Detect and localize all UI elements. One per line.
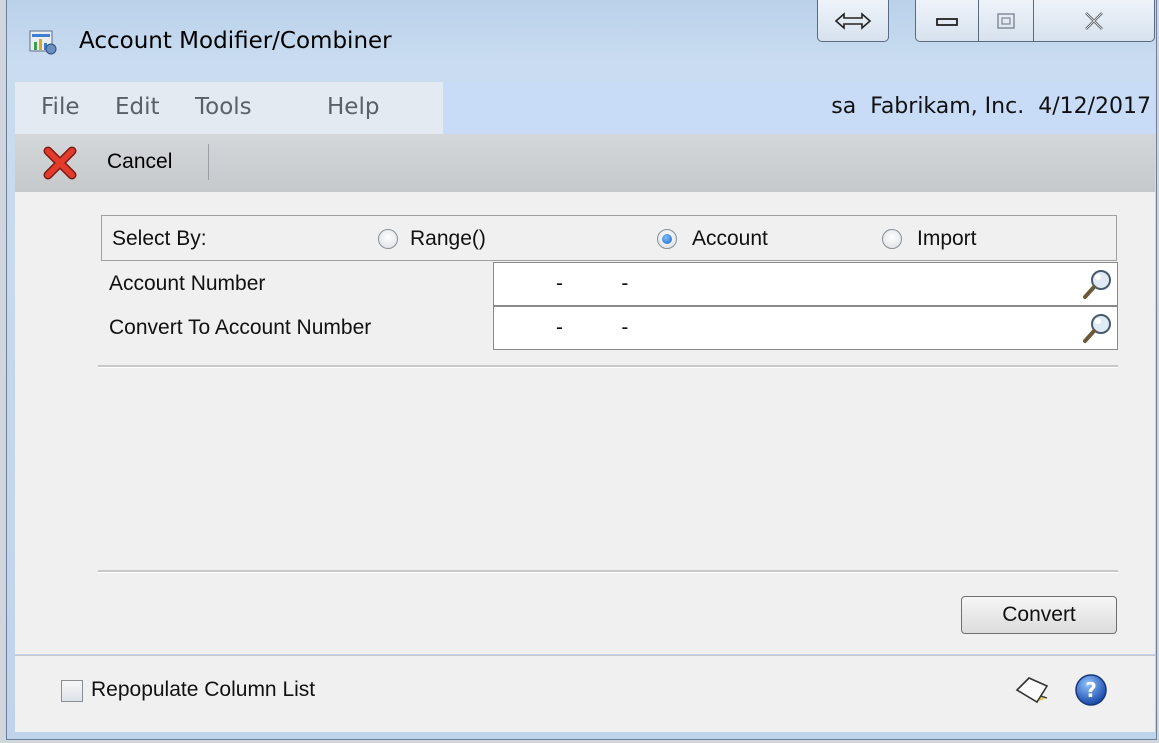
help-icon[interactable]: ? bbox=[1073, 672, 1109, 708]
lookup-magnifier-icon[interactable] bbox=[1081, 311, 1115, 345]
divider-top bbox=[98, 365, 1118, 368]
select-by-label: Select By: bbox=[112, 227, 207, 250]
app-window: Account Modifier/Combiner File Edit Tool… bbox=[6, 0, 1157, 740]
cancel-x-icon bbox=[43, 146, 77, 180]
convert-to-label: Convert To Account Number bbox=[109, 316, 372, 339]
minimize-icon bbox=[936, 17, 958, 26]
range-radio-label[interactable]: Range() bbox=[410, 227, 486, 251]
select-by-group: Select By: Range() Account Import bbox=[101, 215, 1117, 261]
account-number-value[interactable]: - - bbox=[556, 272, 628, 296]
resize-button[interactable] bbox=[817, 0, 889, 42]
import-radio-label[interactable]: Import bbox=[917, 227, 977, 251]
close-button[interactable] bbox=[1033, 0, 1155, 42]
title-bar[interactable]: Account Modifier/Combiner bbox=[7, 0, 1156, 82]
account-number-label: Account Number bbox=[109, 272, 266, 295]
import-radio-button[interactable] bbox=[882, 229, 902, 249]
range-radio-button[interactable] bbox=[378, 229, 398, 249]
app-icon bbox=[29, 30, 57, 55]
window-controls bbox=[915, 0, 1155, 42]
repopulate-checkbox[interactable] bbox=[61, 680, 83, 702]
minimize-button[interactable] bbox=[915, 0, 979, 42]
lookup-magnifier-icon[interactable] bbox=[1081, 267, 1115, 301]
form-body: Select By: Range() Account Import Accoun… bbox=[15, 192, 1155, 654]
close-icon bbox=[1085, 11, 1103, 30]
cancel-label[interactable]: Cancel bbox=[107, 150, 172, 174]
user-company-date: sa Fabrikam, Inc. 4/12/2017 bbox=[831, 94, 1151, 119]
double-arrow-icon bbox=[834, 11, 872, 30]
maximize-button[interactable] bbox=[978, 0, 1034, 42]
footer: Repopulate Column List ? bbox=[15, 655, 1155, 732]
toolbar: Cancel bbox=[15, 134, 1155, 193]
note-icon[interactable] bbox=[1011, 672, 1053, 708]
menu-edit[interactable]: Edit bbox=[115, 94, 160, 120]
repopulate-label[interactable]: Repopulate Column List bbox=[91, 678, 315, 702]
svg-text:?: ? bbox=[1085, 678, 1097, 702]
menu-tools[interactable]: Tools bbox=[195, 94, 252, 120]
account-radio-button[interactable] bbox=[657, 229, 677, 249]
convert-button[interactable]: Convert bbox=[961, 596, 1117, 634]
window-title: Account Modifier/Combiner bbox=[79, 28, 392, 54]
menu-file[interactable]: File bbox=[41, 94, 80, 120]
menu-help[interactable]: Help bbox=[327, 94, 379, 120]
convert-to-value[interactable]: - - bbox=[556, 316, 628, 340]
divider-bottom bbox=[98, 570, 1118, 573]
menu-bar: File Edit Tools Help sa Fabrikam, Inc. 4… bbox=[15, 82, 1155, 134]
account-radio-label[interactable]: Account bbox=[692, 227, 768, 251]
account-number-field[interactable]: - - bbox=[493, 262, 1118, 306]
toolbar-separator bbox=[208, 144, 209, 180]
convert-to-field[interactable]: - - bbox=[493, 306, 1118, 350]
maximize-icon bbox=[997, 12, 1015, 29]
